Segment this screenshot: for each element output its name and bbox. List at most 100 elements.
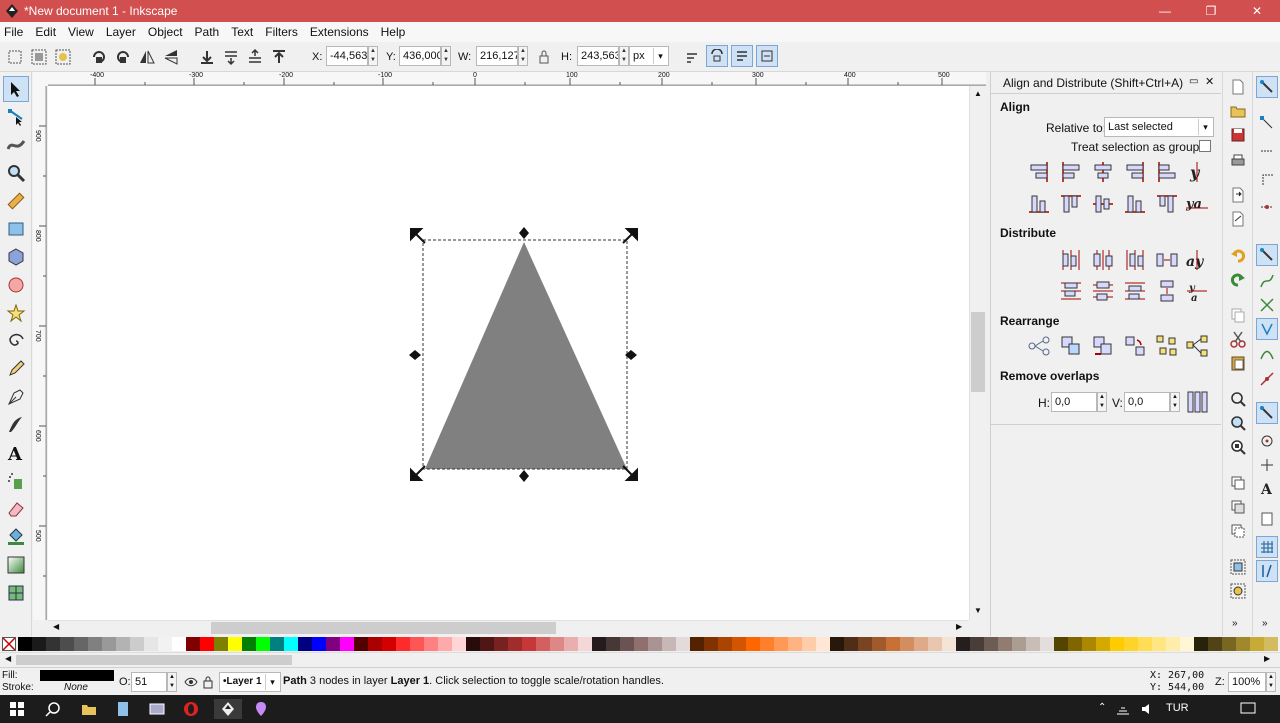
scale-corners-toggle[interactable] <box>731 45 753 67</box>
lock-icon[interactable] <box>535 48 549 66</box>
clone-icon[interactable] <box>1229 498 1247 516</box>
align-top-edges-icon[interactable] <box>1059 192 1083 216</box>
snap-intersections-toggle[interactable] <box>1256 294 1278 316</box>
vertical-scrollbar[interactable]: ▲ ▼ <box>969 86 986 620</box>
unit-dropdown[interactable]: px ▾ <box>629 46 669 66</box>
network-app-icon[interactable] <box>146 699 168 719</box>
palette-swatch[interactable] <box>130 637 144 651</box>
palette-swatch[interactable] <box>88 637 102 651</box>
palette-swatch[interactable] <box>998 637 1012 651</box>
menu-extensions[interactable]: Extensions <box>310 25 369 39</box>
unclump-objects-icon[interactable] <box>1185 334 1209 358</box>
rotate-ccw-icon[interactable] <box>90 48 108 66</box>
menu-edit[interactable]: Edit <box>35 25 56 39</box>
distribute-baselines-vertical-icon[interactable]: ya <box>1185 279 1209 303</box>
palette-swatch[interactable] <box>886 637 900 651</box>
copy-icon[interactable] <box>1229 306 1247 324</box>
palette-swatch[interactable] <box>844 637 858 651</box>
duplicate-icon[interactable] <box>1229 474 1247 492</box>
h-spin-arrows[interactable]: ▲ ▼ <box>619 46 629 66</box>
zoom-tool[interactable] <box>3 160 29 186</box>
palette-swatch[interactable] <box>816 637 830 651</box>
ungroup-icon[interactable] <box>1229 582 1247 600</box>
palette-swatch[interactable] <box>536 637 550 651</box>
menu-view[interactable]: View <box>68 25 94 39</box>
more-commands-icon[interactable]: » <box>1232 618 1238 629</box>
drawing-canvas[interactable] <box>48 86 969 620</box>
distribute-centers-vertical-icon[interactable] <box>1091 279 1115 303</box>
palette-swatch[interactable] <box>1264 637 1278 651</box>
palette-swatch[interactable] <box>1110 637 1124 651</box>
palette-swatch[interactable] <box>676 637 690 651</box>
palette-swatch[interactable] <box>914 637 928 651</box>
align-top-to-bottom-icon[interactable] <box>1155 192 1179 216</box>
distribute-centers-horizontal-icon[interactable] <box>1091 248 1115 272</box>
randomize-positions-icon[interactable] <box>1155 334 1179 358</box>
palette-scrollbar[interactable]: ◀ ▶ <box>0 652 1280 667</box>
align-bottom-edges-icon[interactable] <box>1123 192 1147 216</box>
scroll-left-icon[interactable]: ◀ <box>53 622 59 631</box>
snap-others-toggle[interactable] <box>1256 402 1278 424</box>
x-input[interactable]: -44,563 <box>326 46 368 66</box>
w-spin-arrows[interactable]: ▲ ▼ <box>518 46 528 66</box>
menu-path[interactable]: Path <box>195 25 220 39</box>
palette-swatch[interactable] <box>704 637 718 651</box>
snap-bbox-toggle[interactable] <box>1256 112 1278 134</box>
cut-icon[interactable] <box>1229 330 1247 348</box>
rotate-cw-icon[interactable] <box>114 48 132 66</box>
palette-swatch[interactable] <box>830 637 844 651</box>
palette-swatch[interactable] <box>970 637 984 651</box>
spiral-tool[interactable] <box>3 328 29 354</box>
opacity-input[interactable]: 51 <box>131 672 167 692</box>
palette-swatch[interactable] <box>508 637 522 651</box>
palette-swatch[interactable] <box>158 637 172 651</box>
layer-lock-icon[interactable] <box>202 675 214 689</box>
snap-paths-toggle[interactable] <box>1256 270 1278 292</box>
palette-swatch[interactable] <box>18 637 32 651</box>
palette-swatch[interactable] <box>396 637 410 651</box>
snap-text-baseline-toggle[interactable]: A <box>1256 478 1278 500</box>
relative-to-dropdown[interactable]: Last selected ▾ <box>1104 117 1214 137</box>
menu-file[interactable]: File <box>4 25 23 39</box>
opera-browser-icon[interactable] <box>180 699 202 719</box>
palette-swatch[interactable] <box>984 637 998 651</box>
layer-dropdown[interactable]: •Layer 1 ▾ <box>219 672 281 692</box>
palette-swatch[interactable] <box>256 637 270 651</box>
w-input[interactable]: 216,127 <box>476 46 518 66</box>
palette-scroll-thumb[interactable] <box>16 655 292 665</box>
palette-swatch[interactable] <box>564 637 578 651</box>
menu-object[interactable]: Object <box>148 25 183 39</box>
palette-swatch[interactable] <box>242 637 256 651</box>
open-folder-icon[interactable] <box>1229 102 1247 120</box>
language-indicator[interactable]: TUR <box>1166 702 1189 714</box>
palette-swatch[interactable] <box>354 637 368 651</box>
gradient-tool[interactable] <box>3 552 29 578</box>
palette-swatch[interactable] <box>1040 637 1054 651</box>
save-icon[interactable] <box>1229 126 1247 144</box>
align-right-edges-icon[interactable] <box>1123 160 1147 184</box>
node-tool[interactable] <box>3 104 29 130</box>
windows-start-icon[interactable] <box>6 699 28 719</box>
palette-swatch[interactable] <box>1138 637 1152 651</box>
palette-swatch[interactable] <box>858 637 872 651</box>
distribute-gaps-horizontal-icon[interactable] <box>1155 248 1179 272</box>
print-icon[interactable] <box>1229 152 1247 170</box>
paste-icon[interactable] <box>1229 354 1247 372</box>
palette-swatch[interactable] <box>606 637 620 651</box>
snap-bbox-corner-toggle[interactable] <box>1256 168 1278 190</box>
y-spin-arrows[interactable]: ▲ ▼ <box>441 46 451 66</box>
palette-swatch[interactable] <box>298 637 312 651</box>
export-icon[interactable] <box>1229 210 1247 228</box>
palette-swatch[interactable] <box>1026 637 1040 651</box>
snap-grids-toggle[interactable] <box>1256 536 1278 558</box>
snap-smooth-nodes-toggle[interactable] <box>1256 344 1278 366</box>
deselect-icon[interactable] <box>54 48 72 66</box>
zoom-input[interactable]: 100% <box>1228 672 1266 692</box>
palette-swatch[interactable] <box>32 637 46 651</box>
palette-swatch[interactable] <box>1208 637 1222 651</box>
overlap-h-spin-arrows[interactable]: ▲ ▼ <box>1097 392 1107 412</box>
distribute-baselines-horizontal-icon[interactable]: ay <box>1185 248 1209 272</box>
snap-cusp-nodes-toggle[interactable] <box>1256 318 1278 340</box>
palette-swatch[interactable] <box>368 637 382 651</box>
palette-swatch[interactable] <box>172 637 186 651</box>
